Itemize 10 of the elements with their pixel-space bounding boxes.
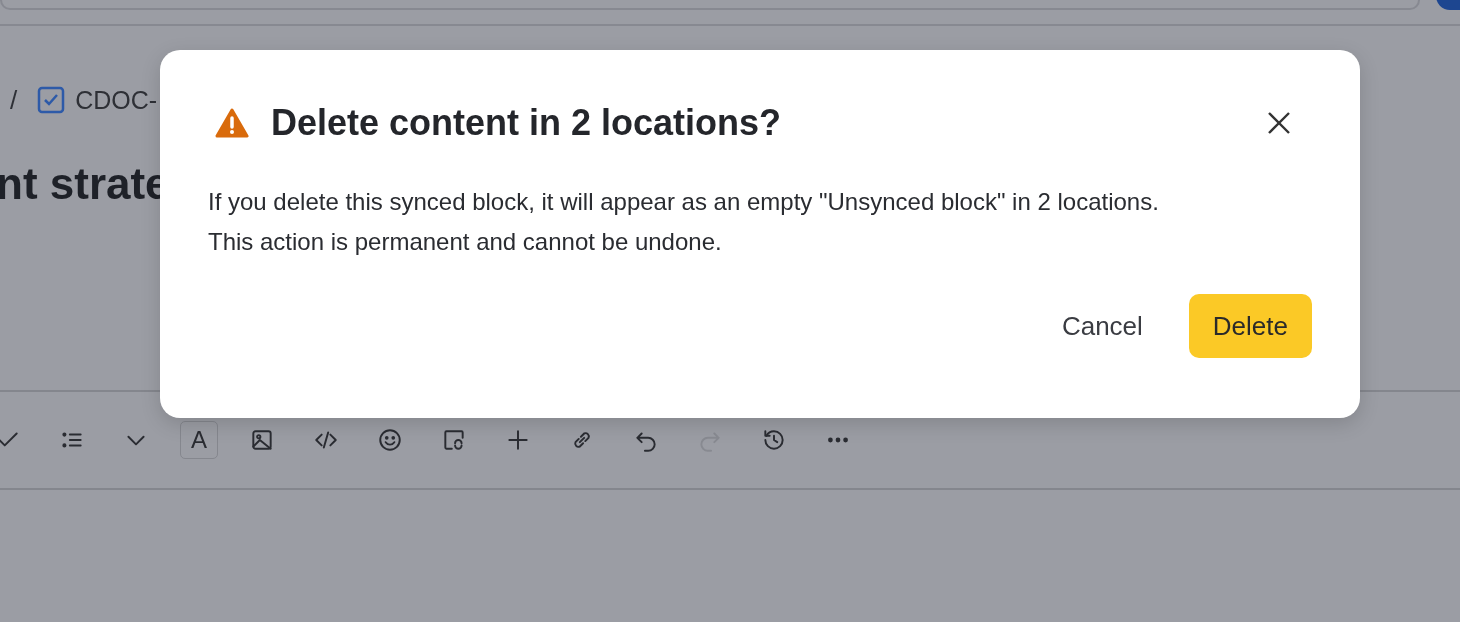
- breadcrumb-separator: /: [10, 84, 18, 116]
- dialog-message: If you delete this synced block, it will appear as an empty "Unsynced block" in 2 locations. This action is permanent and cannot be undone.: [208, 187, 1160, 257]
- breadcrumb-link[interactable]: CDOC-: [75, 85, 158, 115]
- checkbox-icon: [37, 86, 66, 114]
- cancel-button[interactable]: Cancel: [1055, 294, 1149, 358]
- delete-button[interactable]: Delete: [1188, 294, 1312, 358]
- dialog-title: Delete content in 2 locations?: [271, 102, 783, 144]
- close-icon[interactable]: [1266, 110, 1292, 136]
- text-style-button[interactable]: A: [180, 421, 218, 459]
- warning-icon: [215, 108, 249, 138]
